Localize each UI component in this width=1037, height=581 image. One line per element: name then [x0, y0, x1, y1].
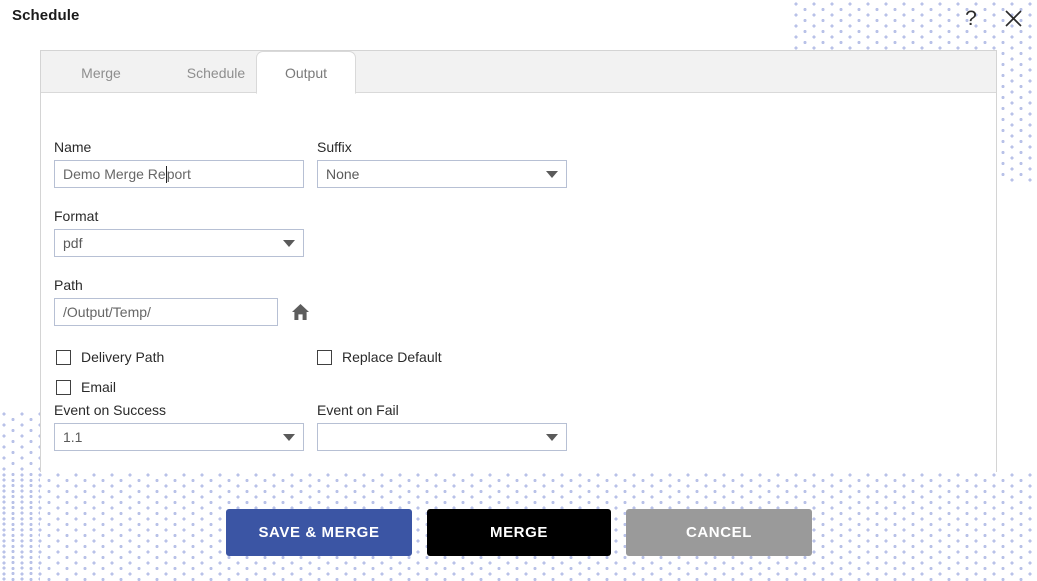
close-icon[interactable] [999, 4, 1027, 32]
chevron-down-icon [283, 433, 295, 441]
event-on-success-select-value: 1.1 [63, 429, 83, 445]
format-label: Format [54, 208, 99, 224]
name-input-text-after-caret: port [166, 166, 191, 182]
name-label: Name [54, 139, 92, 155]
event-on-success-label: Event on Success [54, 402, 167, 418]
decorative-dot-pattern-left-column [0, 410, 40, 581]
tab-merge[interactable]: Merge [53, 51, 149, 94]
email-checkbox[interactable]: Email [56, 379, 116, 395]
suffix-select-value: None [326, 166, 360, 182]
event-on-fail-label: Event on Fail [317, 402, 399, 418]
tab-schedule-label: Schedule [186, 64, 246, 81]
cancel-button[interactable]: CANCEL [626, 509, 812, 556]
tab-output-label: Output [284, 64, 328, 81]
chevron-down-icon [283, 239, 295, 247]
path-input[interactable] [54, 298, 278, 326]
chevron-down-icon [546, 433, 558, 441]
replace-default-checkbox[interactable]: Replace Default [317, 349, 442, 365]
tab-schedule[interactable]: Schedule [161, 51, 271, 94]
page-title: Schedule [12, 7, 80, 24]
tab-merge-label: Merge [81, 64, 121, 81]
schedule-dialog-panel: Merge Schedule Output Name Demo Merge Re… [40, 50, 997, 472]
path-label: Path [54, 277, 83, 293]
name-input[interactable]: Demo Merge Re port [54, 160, 304, 188]
chevron-down-icon [546, 170, 558, 178]
output-form: Name Demo Merge Re port Suffix None Forma… [41, 93, 996, 472]
delivery-path-checkbox-label: Delivery Path [81, 349, 165, 365]
checkbox-box [56, 379, 71, 395]
suffix-select[interactable]: None [317, 160, 567, 188]
save-and-merge-button[interactable]: SAVE & MERGE [226, 509, 412, 556]
event-on-success-select[interactable]: 1.1 [54, 423, 304, 451]
replace-default-checkbox-label: Replace Default [342, 349, 442, 365]
format-select-value: pdf [63, 235, 83, 251]
home-icon[interactable] [288, 299, 312, 325]
email-checkbox-label: Email [81, 379, 117, 395]
event-on-fail-select[interactable] [317, 423, 567, 451]
name-input-text-before-caret: Demo Merge Re [63, 166, 166, 182]
checkbox-box [56, 349, 71, 365]
checkbox-box [317, 349, 332, 365]
merge-button[interactable]: MERGE [427, 509, 611, 556]
suffix-label: Suffix [317, 139, 352, 155]
tab-output[interactable]: Output [256, 51, 356, 94]
delivery-path-checkbox[interactable]: Delivery Path [56, 349, 164, 365]
tab-bar: Merge Schedule Output [41, 51, 996, 94]
help-icon[interactable]: ? [957, 4, 985, 32]
format-select[interactable]: pdf [54, 229, 304, 257]
